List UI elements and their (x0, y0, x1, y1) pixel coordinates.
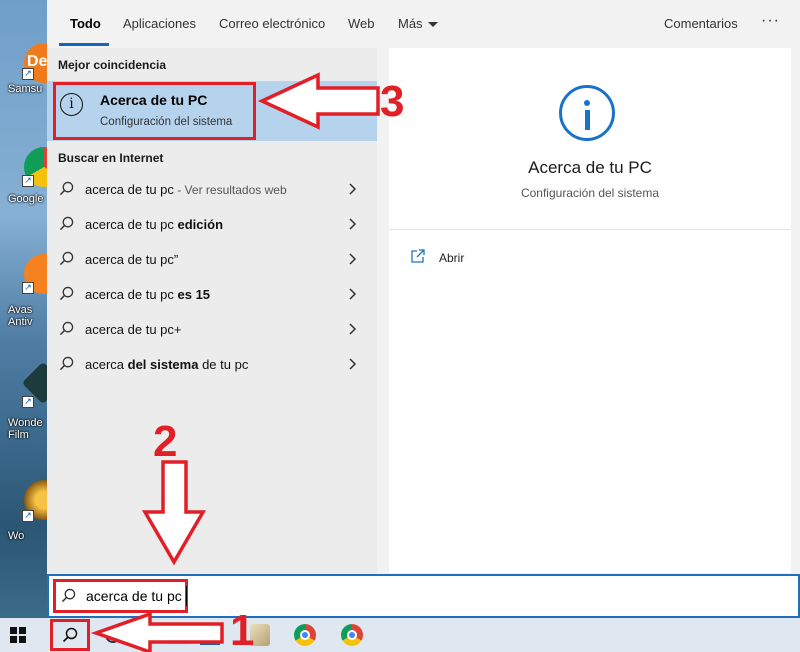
taskbar-search-icon[interactable] (62, 627, 78, 643)
chevron-right-icon (349, 183, 357, 195)
taskbar (0, 618, 800, 652)
web-search-header: Buscar en Internet (58, 151, 164, 165)
divider (389, 229, 791, 230)
chevron-right-icon (349, 288, 357, 300)
search-icon (61, 588, 76, 603)
info-icon (559, 85, 615, 141)
web-result-text: acerca de tu pc+ (85, 322, 182, 337)
detail-pane: Acerca de tu PC Configuración del sistem… (389, 48, 791, 573)
more-options-button[interactable]: ··· (761, 12, 780, 30)
open-action[interactable]: Abrir (439, 251, 464, 265)
chevron-right-icon (349, 253, 357, 265)
shortcut-arrow-icon: ↗ (22, 175, 34, 187)
web-result-item[interactable]: acerca de tu pc edición (47, 207, 377, 242)
shortcut-arrow-icon: ↗ (22, 510, 34, 522)
desktop-icon-label: Google (8, 193, 44, 205)
detail-title: Acerca de tu PC (528, 158, 652, 177)
file-explorer-icon[interactable] (168, 628, 190, 644)
feedback-link[interactable]: Comentarios (664, 16, 738, 31)
tab-mas-label: Más (398, 16, 423, 31)
desktop-icon-avast[interactable]: ↗ Avas Antiv (0, 252, 48, 342)
task-view-icon[interactable] (105, 627, 121, 643)
annotation-number: 2 (153, 417, 178, 466)
search-icon (59, 216, 74, 231)
tab-mas[interactable]: Más (398, 16, 438, 31)
web-result-item[interactable]: acerca del sistema de tu pc (47, 347, 377, 382)
web-result-text: acerca de tu pc es 15 (85, 287, 211, 302)
shortcut-arrow-icon: ↗ (22, 68, 34, 80)
chevron-right-icon (349, 358, 357, 370)
desktop-icon-wondershare[interactable]: ↗ Wonde Film (0, 361, 48, 452)
annotation-highlight-box (53, 82, 256, 140)
shortcut-arrow-icon: ↗ (22, 396, 34, 408)
search-input[interactable] (86, 587, 236, 605)
web-result-text: acerca de tu pc edición (85, 217, 224, 232)
store-icon[interactable] (200, 627, 220, 645)
tab-aplicaciones[interactable]: Aplicaciones (123, 16, 196, 31)
chrome-icon[interactable] (294, 624, 316, 646)
search-icon (59, 286, 74, 301)
desktop-icon-label: Wo (8, 530, 25, 542)
search-icon (59, 181, 74, 196)
shortcut-arrow-icon: ↗ (22, 282, 34, 294)
chevron-down-icon (427, 22, 438, 28)
best-match-header: Mejor coincidencia (58, 58, 167, 72)
chevron-right-icon (349, 323, 357, 335)
desktop-icon-label: Wonde Film (8, 417, 43, 441)
desktop-icon-google-chrome[interactable]: ↗ Google (0, 145, 48, 235)
search-icon (59, 356, 74, 371)
desktop-icon-wow[interactable]: ↗ Wo (0, 478, 48, 568)
web-result-text: acerca de tu pc” (85, 252, 179, 267)
web-result-item[interactable]: acerca de tu pc” (47, 242, 377, 277)
chrome-icon[interactable] (341, 624, 363, 646)
detail-subtitle: Configuración del sistema (520, 186, 660, 200)
best-match-subtitle: Configuración del sistema (100, 116, 233, 128)
best-match-title: Acerca de tu PC (100, 92, 208, 108)
windows-start-icon[interactable] (10, 627, 26, 643)
search-tabs: Todo Aplicaciones Correo electrónico Web… (47, 0, 800, 48)
desktop-background: De ↗ Samsu ↗ Google ↗ Avas Antiv ↗ Wonde… (0, 0, 48, 618)
results-list: Mejor coincidencia i Acerca de tu PC Con… (47, 48, 377, 573)
search-panel: Todo Aplicaciones Correo electrónico Web… (47, 0, 800, 618)
active-tab-indicator (59, 43, 109, 46)
desktop-icon-label: Samsu (8, 83, 43, 95)
web-result-item[interactable]: acerca de tu pc - Ver resultados web (47, 172, 377, 207)
info-icon: i (60, 93, 83, 116)
tab-web[interactable]: Web (348, 16, 375, 31)
search-box[interactable] (47, 574, 800, 618)
search-icon (59, 321, 74, 336)
search-icon (59, 251, 74, 266)
tab-todo[interactable]: Todo (70, 16, 101, 31)
web-result-text: acerca de tu pc - Ver resultados web (85, 182, 287, 197)
web-result-item[interactable]: acerca de tu pc es 15 (47, 277, 377, 312)
tab-correo[interactable]: Correo electrónico (219, 16, 325, 31)
text-cursor (186, 586, 187, 606)
open-icon[interactable] (411, 249, 425, 263)
web-result-text: acerca del sistema de tu pc (85, 357, 249, 372)
desktop-icon-samsung[interactable]: De ↗ Samsu (0, 40, 48, 130)
annotation-number: 1 (230, 606, 255, 652)
annotation-number: 3 (380, 77, 405, 126)
web-result-item[interactable]: acerca de tu pc+ (47, 312, 377, 347)
chevron-right-icon (349, 218, 357, 230)
desktop-icon-label: Avas Antiv (8, 304, 33, 328)
